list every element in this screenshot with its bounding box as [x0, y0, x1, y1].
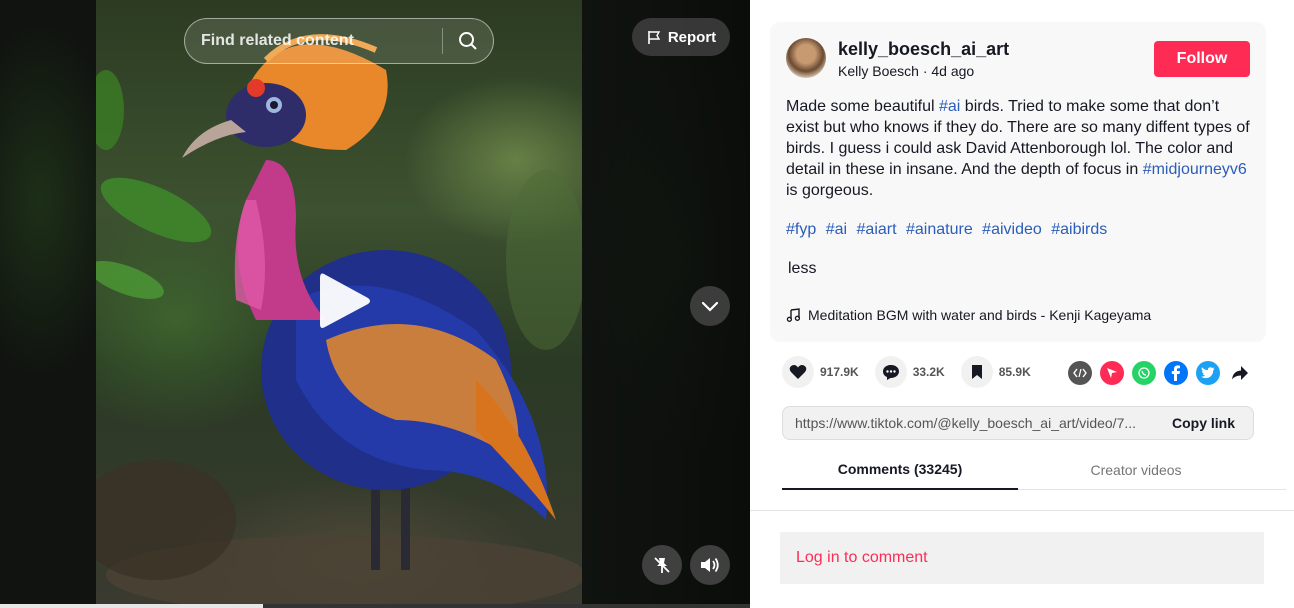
music-title: Meditation BGM with water and birds - Ke… [808, 307, 1152, 323]
video-player[interactable]: Find related content Report [0, 0, 750, 608]
hashtag-link[interactable]: #aivideo [982, 221, 1042, 238]
video-progress-bar[interactable] [0, 604, 750, 608]
hashtag-link[interactable]: #ai [939, 98, 960, 115]
share-icons [1068, 361, 1252, 385]
post-description: Made some beautiful #ai birds. Tried to … [786, 96, 1256, 201]
save-count: 85.9K [998, 365, 1031, 379]
avatar[interactable] [786, 38, 826, 78]
whatsapp-icon[interactable] [1132, 361, 1156, 385]
pin-off-icon [654, 557, 670, 573]
description-text: is gorgeous. [786, 182, 874, 199]
hashtag-link[interactable]: #aibirds [1051, 221, 1107, 238]
post-time: 4d ago [931, 63, 975, 79]
report-label: Report [667, 28, 717, 46]
post-info-card: kelly_boesch_ai_art Kelly Boesch · 4d ag… [770, 22, 1266, 342]
heart-icon[interactable] [782, 356, 814, 388]
send-icon[interactable] [1100, 361, 1124, 385]
less-toggle[interactable]: less [788, 260, 816, 278]
report-button[interactable]: Report [632, 18, 730, 56]
hashtag-list: #fyp #ai #aiart #ainature #aivideo #aibi… [786, 221, 1112, 239]
search-placeholder: Find related content [201, 32, 354, 49]
like-action[interactable]: 917.9K [782, 356, 859, 388]
hashtag-link[interactable]: #ai [826, 221, 847, 238]
twitter-icon[interactable] [1196, 361, 1220, 385]
hashtag-link[interactable]: #midjourneyv6 [1143, 161, 1247, 178]
tab-creator-videos[interactable]: Creator videos [1018, 450, 1254, 490]
login-to-comment-bar[interactable]: Log in to comment [780, 532, 1264, 584]
hashtag-link[interactable]: #ainature [906, 221, 973, 238]
details-panel: kelly_boesch_ai_art Kelly Boesch · 4d ag… [750, 0, 1294, 608]
display-name[interactable]: Kelly Boesch [838, 63, 919, 79]
volume-button[interactable] [690, 545, 730, 585]
login-to-comment-link[interactable]: Log in to comment [796, 549, 928, 567]
comment-action[interactable]: 33.2K [874, 356, 945, 388]
volume-icon [701, 557, 719, 573]
save-action[interactable]: 85.9K [960, 356, 1031, 388]
action-bar: 917.9K 33.2K 85.9K [782, 356, 1047, 388]
video-url[interactable]: https://www.tiktok.com/@kelly_boesch_ai_… [783, 415, 1158, 431]
panel-divider [750, 510, 1294, 511]
username[interactable]: kelly_boesch_ai_art [838, 39, 1009, 60]
music-note-icon [786, 308, 800, 322]
hashtag-link[interactable]: #fyp [786, 221, 816, 238]
copy-link-button[interactable]: Copy link [1158, 415, 1235, 431]
floating-player-button[interactable] [642, 545, 682, 585]
like-count: 917.9K [820, 365, 859, 379]
embed-icon[interactable] [1068, 361, 1092, 385]
bookmark-icon[interactable] [960, 356, 993, 388]
description-text: Made some beautiful [786, 98, 939, 115]
comment-icon[interactable] [874, 356, 907, 388]
hashtag-link[interactable]: #aiart [857, 221, 897, 238]
play-icon[interactable] [318, 270, 372, 337]
comment-tabs: Comments (33245) Creator videos [782, 450, 1286, 490]
flag-icon [648, 31, 661, 44]
video-progress-fill [0, 604, 263, 608]
search-icon[interactable] [443, 18, 493, 64]
next-video-button[interactable] [690, 286, 730, 326]
facebook-icon[interactable] [1164, 361, 1188, 385]
find-related-search[interactable]: Find related content [184, 18, 494, 64]
share-arrow-icon[interactable] [1228, 361, 1252, 385]
music-link[interactable]: Meditation BGM with water and birds - Ke… [786, 307, 1151, 323]
tab-comments[interactable]: Comments (33245) [782, 450, 1018, 490]
follow-button[interactable]: Follow [1154, 41, 1250, 77]
chevron-down-icon [701, 301, 719, 312]
comment-count: 33.2K [912, 365, 945, 379]
author-subline: Kelly Boesch · 4d ago [838, 63, 974, 79]
share-link-box: https://www.tiktok.com/@kelly_boesch_ai_… [782, 406, 1254, 440]
